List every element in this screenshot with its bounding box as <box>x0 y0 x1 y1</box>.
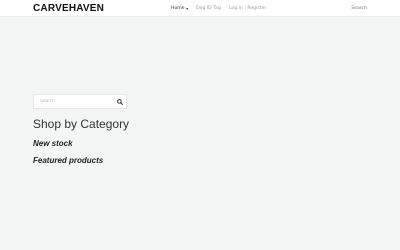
nav-separator: | <box>244 6 246 11</box>
header-search-link[interactable]: Search <box>351 5 367 12</box>
search-icon <box>116 98 123 105</box>
site-header: CARVEHAVEN Home ▾ Dog ID Tag Log in | Re… <box>0 0 400 17</box>
nav-home-label: Home <box>171 6 185 11</box>
nav-dog-id-tag-label: Dog ID Tag <box>196 6 221 11</box>
main-nav: Home ▾ Dog ID Tag Log in | Register <box>171 5 266 12</box>
site-logo[interactable]: CARVEHAVEN <box>33 2 104 15</box>
nav-login-link[interactable]: Log in <box>229 5 243 12</box>
chevron-down-icon: ▾ <box>186 6 189 11</box>
search-input[interactable] <box>34 95 114 108</box>
search-button[interactable] <box>115 97 124 106</box>
nav-item-dog-id-tag[interactable]: Dog ID Tag <box>196 5 221 12</box>
featured-products-heading: Featured products <box>33 156 104 165</box>
new-stock-heading: New stock <box>33 139 73 148</box>
nav-account: Log in | Register <box>229 5 266 12</box>
nav-item-home[interactable]: Home ▾ <box>171 5 188 12</box>
nav-register-link[interactable]: Register <box>247 5 266 12</box>
sidebar-search-box <box>33 94 127 109</box>
shop-by-category-heading: Shop by Category <box>33 117 130 131</box>
